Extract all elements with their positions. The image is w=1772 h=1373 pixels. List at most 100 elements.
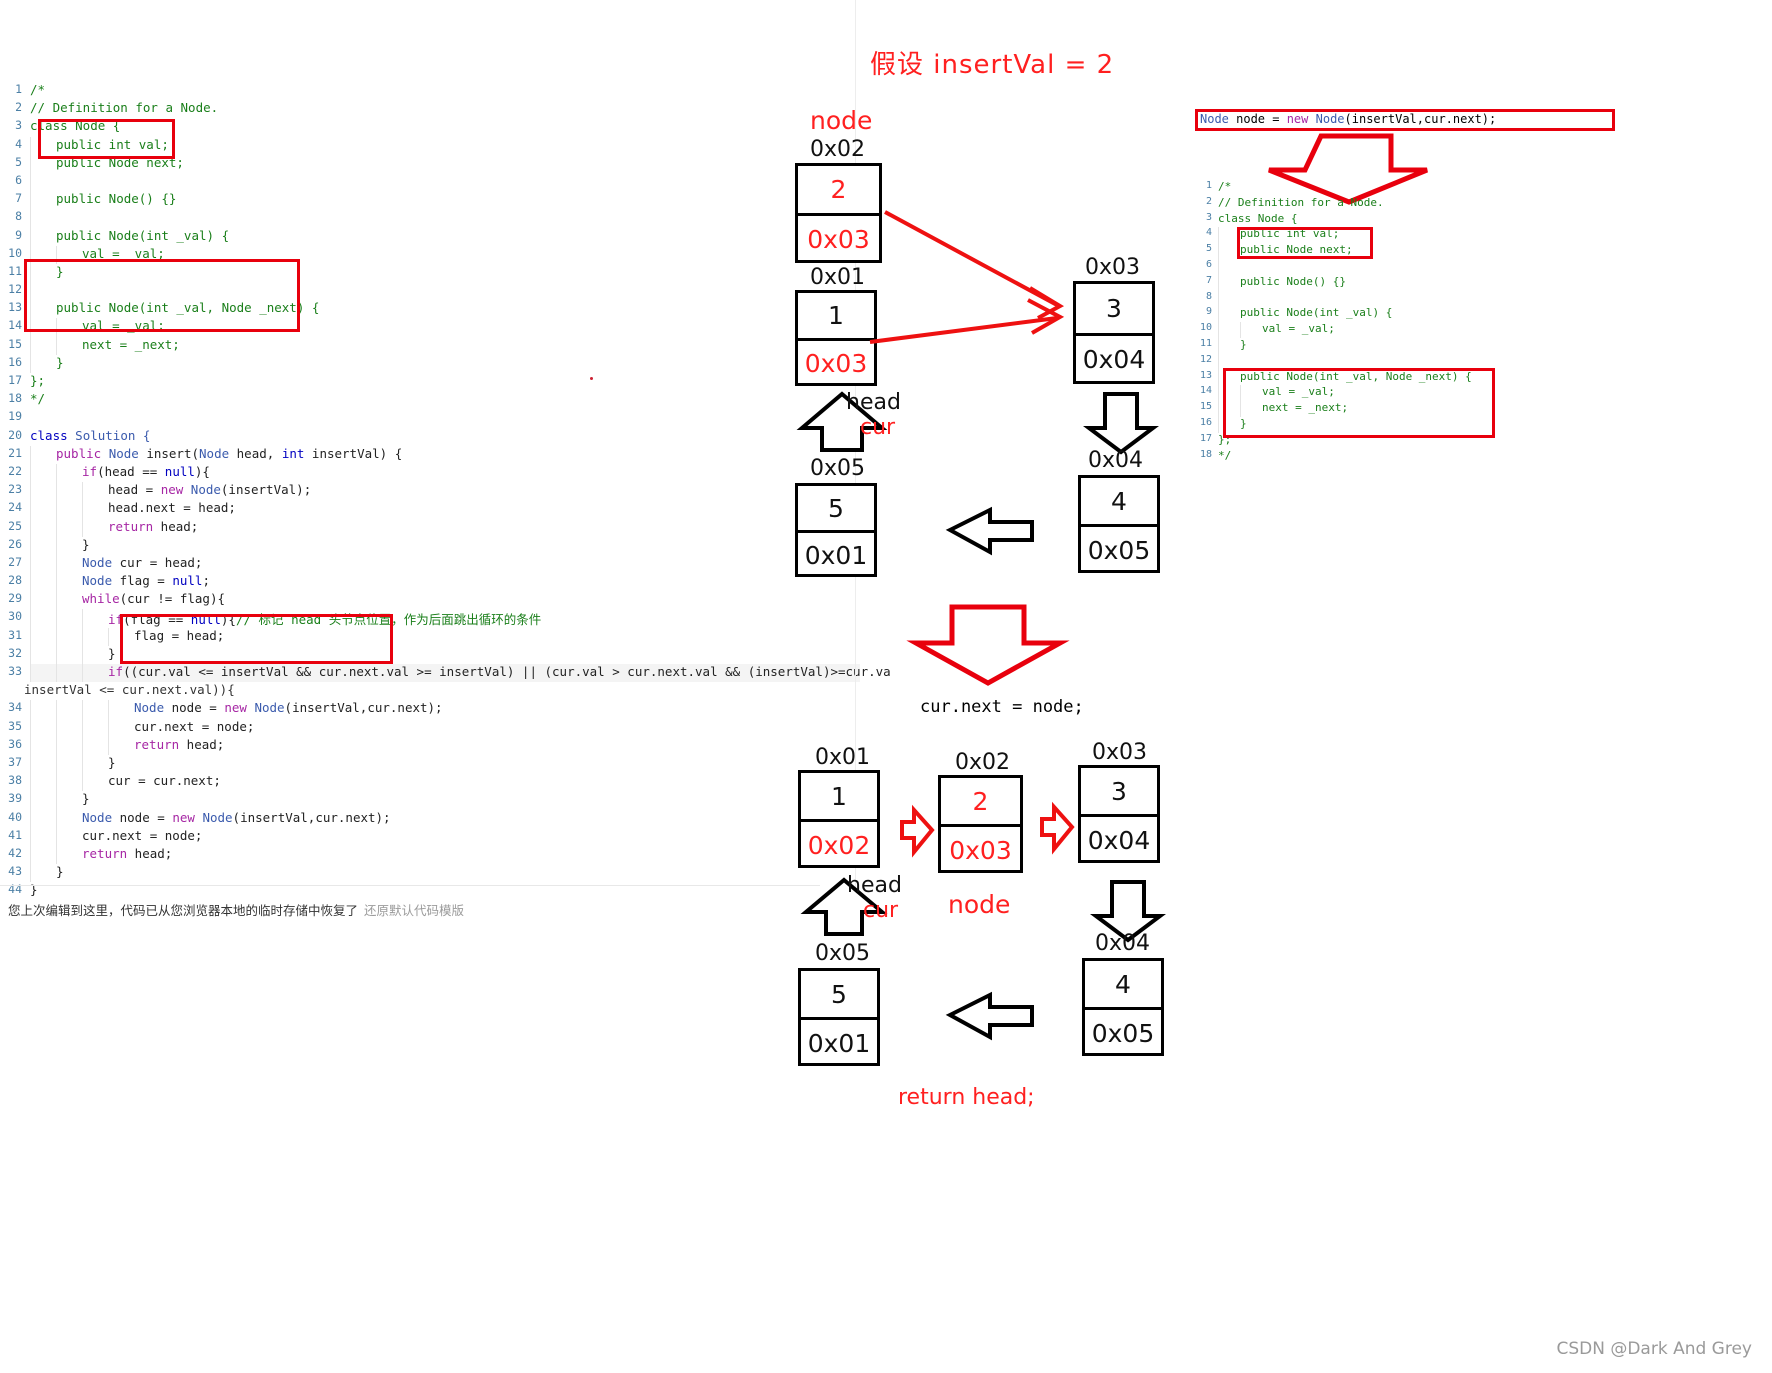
- stage2-n1-next: 0x02: [807, 830, 871, 860]
- indent-guide: [1218, 353, 1219, 370]
- line-number: 16: [8, 354, 22, 369]
- code-line[interactable]: 37}: [0, 754, 860, 774]
- code-line[interactable]: 30 if(flag == null){// 标记 head 头节点位置，作为后面…: [0, 609, 860, 628]
- line-number: 39: [8, 791, 22, 806]
- code-line[interactable]: 15 next = _next;: [0, 336, 860, 355]
- code-line[interactable]: 38 cur = cur.next;: [0, 773, 860, 792]
- code-text: val = _val;: [1262, 385, 1335, 399]
- code-line[interactable]: 7 public Node() {}: [0, 191, 860, 210]
- code-line[interactable]: 14 val = _val;: [0, 318, 860, 337]
- stage2-n2-addr: 0x02: [955, 750, 1011, 775]
- code-line[interactable]: 34 Node node = new Node(insertVal,cur.nex…: [0, 700, 860, 719]
- line-number: 12: [1199, 353, 1212, 365]
- code-line[interactable]: 2 // Definition for a Node.: [0, 100, 860, 118]
- code-line[interactable]: 17};: [0, 373, 860, 391]
- code-text: public int val;: [56, 136, 169, 152]
- line-number: 7: [15, 191, 22, 206]
- code-editor-panel[interactable]: 1 /* 2 // Definition for a Node. 3 class Node…: [0, 0, 891, 1000]
- stage2-node-box-3: 3 0x04: [1078, 765, 1160, 863]
- line-number: 11: [8, 263, 22, 278]
- stage2-node-label: node: [948, 890, 1011, 919]
- line-number: 41: [8, 827, 22, 842]
- stage2-n5-val: 5: [801, 971, 877, 1020]
- code-line[interactable]: 1 /*: [0, 82, 860, 100]
- code-text: next = _next;: [82, 336, 180, 352]
- stage2-cur-label: cur: [863, 898, 899, 923]
- line-number: 19: [8, 409, 22, 424]
- code-text: return head;: [82, 845, 173, 861]
- code-line[interactable]: 12: [0, 282, 860, 301]
- code-line[interactable]: 20 class Solution {: [0, 428, 860, 446]
- code-text: // Definition for a Node.: [30, 100, 219, 116]
- code-line[interactable]: 13 public Node(int _val, Node _next) {: [0, 300, 860, 319]
- code-line-wrapped-continuation[interactable]: insertVal <= cur.next.val)){: [0, 682, 860, 700]
- stage2-node-box-2: 2 0x03: [938, 775, 1023, 873]
- line-number: 22: [8, 463, 22, 478]
- code-line[interactable]: 24 head.next = head;: [0, 500, 860, 519]
- code-line[interactable]: 40 Node node = new Node(insertVal,cur.nex…: [0, 809, 860, 828]
- code-line[interactable]: 18 */: [0, 391, 860, 409]
- code-line[interactable]: 6: [0, 172, 860, 192]
- code-line[interactable]: 25 return head;: [0, 518, 860, 537]
- code-line[interactable]: 42 return head;: [0, 845, 860, 865]
- line-number: 2: [1205, 195, 1212, 207]
- code-line[interactable]: 11}: [0, 263, 860, 283]
- code-line[interactable]: 5 public Node next;: [0, 154, 860, 173]
- code-line[interactable]: 39}: [0, 791, 860, 810]
- code-lines-container[interactable]: 1 /* 2 // Definition for a Node. 3 class Node…: [0, 82, 891, 900]
- stage2-node-box-1: 1 0x02: [798, 770, 880, 868]
- code-text: public Node(int _val, Node _next) {: [56, 300, 320, 316]
- code-text: }: [82, 791, 90, 807]
- code-text: Node cur = head;: [82, 554, 203, 570]
- line-number: 18: [1199, 448, 1212, 460]
- code-line[interactable]: 31 flag = head;: [0, 627, 860, 646]
- line-number: 36: [8, 736, 22, 751]
- stage2-n2-next: 0x03: [949, 835, 1012, 865]
- code-line[interactable]: 35 cur.next = node;: [0, 718, 860, 737]
- code-line[interactable]: 33 if((cur.val <= insertVal && cur.next.v…: [0, 664, 891, 683]
- code-text: public Node(int _val, Node _next) {: [1240, 369, 1472, 383]
- editor-divider: [0, 885, 820, 886]
- line-number: 31: [8, 627, 22, 642]
- code-line[interactable]: 8: [0, 209, 860, 228]
- code-text: if(flag == null){// 标记 head 头节点位置，作为后面跳出…: [108, 612, 542, 628]
- code-text: cur = cur.next;: [108, 773, 221, 789]
- stage1-n5-val: 5: [798, 486, 874, 533]
- code-text: Node flag = null;: [82, 573, 210, 589]
- stage2-n1-addr: 0x01: [815, 745, 871, 770]
- code-line[interactable]: 41 cur.next = node;: [0, 827, 860, 846]
- code-line[interactable]: 9 public Node(int _val) {: [0, 227, 860, 246]
- code-line[interactable]: 27 Node cur = head;: [0, 554, 860, 574]
- code-line[interactable]: 16}: [0, 354, 860, 373]
- code-text: insertVal <= cur.next.val)){: [24, 682, 235, 698]
- line-number: 12: [8, 282, 22, 297]
- code-line[interactable]: 28 Node flag = null;: [0, 573, 860, 592]
- line-number: 20: [8, 427, 22, 442]
- line-number: 17: [8, 373, 22, 387]
- code-text: }: [108, 754, 116, 770]
- editor-cursor-dot: [590, 377, 593, 380]
- code-line[interactable]: 22 if(head == null){: [0, 463, 860, 483]
- code-text: }: [82, 536, 90, 552]
- line-number: 23: [8, 482, 22, 497]
- code-line[interactable]: 26}: [0, 536, 860, 555]
- right-code-panel: Node node = new Node(insertVal,cur.next)…: [1195, 0, 1772, 520]
- code-line[interactable]: 10 val = _val;: [0, 245, 860, 264]
- code-line[interactable]: 21 public Node insert(Node head, int inse…: [0, 445, 860, 464]
- editor-footer-message: 您上次编辑到这里，代码已从您浏览器本地的临时存储中恢复了: [8, 903, 359, 918]
- stage1-n4-val: 4: [1081, 478, 1157, 527]
- code-line[interactable]: 36 return head;: [0, 736, 860, 755]
- line-number: 6: [15, 172, 22, 187]
- code-line[interactable]: 32}: [0, 645, 860, 664]
- stage2-head-label: head: [847, 873, 902, 898]
- code-line[interactable]: 19: [0, 409, 860, 427]
- code-line[interactable]: 4 public int val;: [0, 136, 860, 155]
- stage2-n4-addr: 0x04: [1095, 931, 1151, 956]
- code-line[interactable]: 23 head = new Node(insertVal);: [0, 482, 860, 501]
- code-line[interactable]: 29 while(cur != flag){: [0, 591, 860, 610]
- code-line[interactable]: 43}: [0, 864, 860, 883]
- code-line[interactable]: 3 class Node {: [0, 118, 860, 136]
- code-text: return head;: [134, 736, 225, 752]
- line-number: 29: [8, 591, 22, 606]
- restore-template-link[interactable]: 还原默认代码模版: [364, 903, 464, 918]
